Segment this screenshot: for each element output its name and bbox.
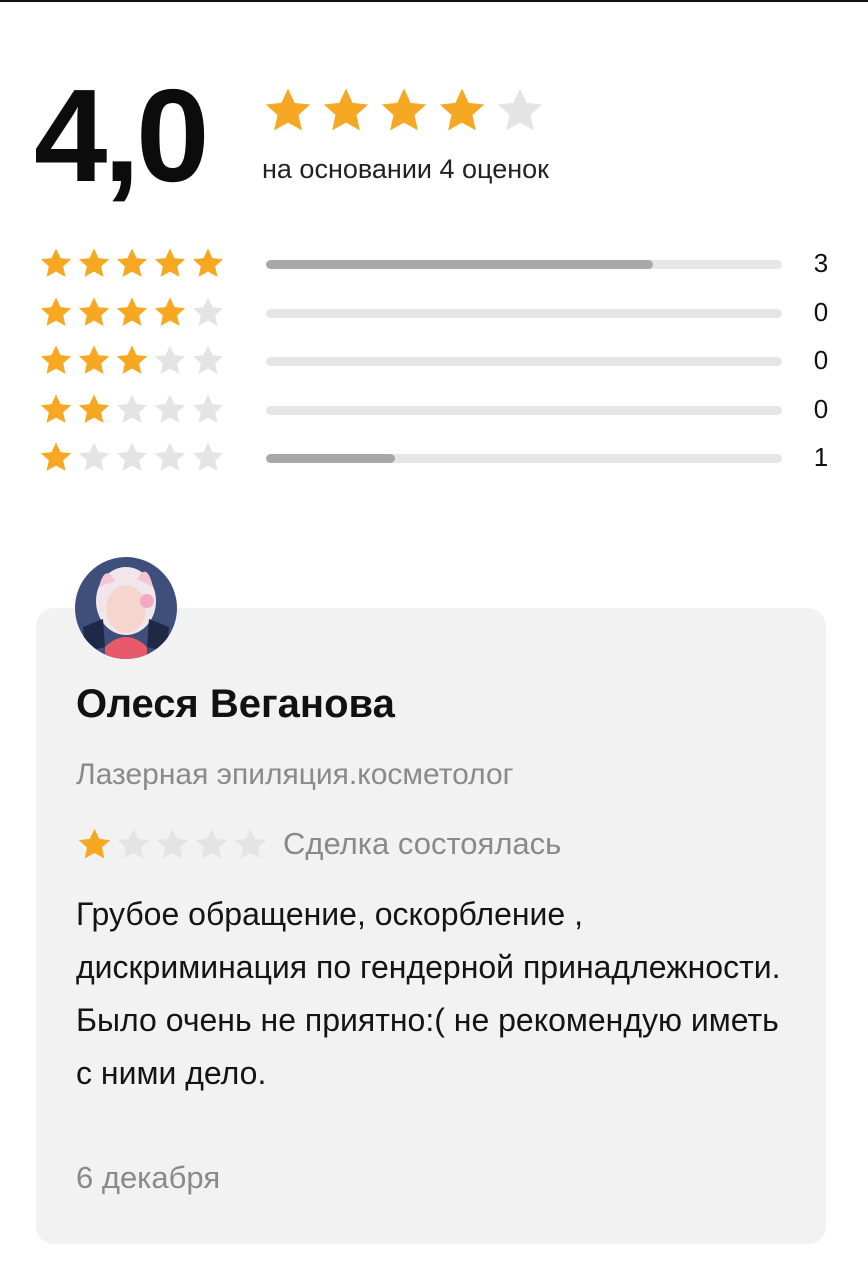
- average-score: 4,0: [34, 62, 209, 209]
- distribution-bar-fill: [266, 260, 653, 269]
- star-filled-icon: [116, 248, 148, 277]
- user-avatar-photo-icon: [75, 557, 177, 659]
- star-filled-icon: [78, 345, 110, 374]
- row-stars: [38, 343, 226, 377]
- distribution-bar: [266, 454, 782, 463]
- star-empty-icon: [192, 345, 224, 374]
- star-filled-icon: [78, 393, 110, 423]
- distribution-count: 0: [813, 296, 829, 327]
- star-empty-icon: [116, 393, 148, 423]
- star-filled-icon: [40, 345, 72, 374]
- star-empty-icon: [117, 828, 150, 859]
- distribution-bar: [266, 357, 782, 366]
- star-filled-icon: [40, 393, 72, 423]
- star-filled-icon: [78, 828, 111, 859]
- star-empty-icon: [154, 345, 186, 374]
- star-filled-icon: [381, 88, 427, 131]
- star-empty-icon: [195, 828, 228, 859]
- star-filled-icon: [40, 296, 72, 326]
- star-empty-icon: [78, 442, 110, 471]
- star-empty-icon: [192, 442, 224, 471]
- distribution-count: 0: [813, 345, 829, 375]
- review-text: Грубое обращение, оскорбление , дискрими…: [76, 896, 781, 1091]
- review-date: 6 декабря: [76, 1160, 221, 1195]
- star-empty-icon: [116, 442, 148, 471]
- star-filled-icon: [40, 248, 72, 277]
- distribution-row-2-stars: 0: [38, 386, 838, 435]
- rating-summary: 4,0 на основании 4 оценок: [34, 66, 834, 212]
- row-stars: [38, 246, 226, 280]
- distribution-row-3-stars: 0: [38, 337, 838, 386]
- star-empty-icon: [192, 296, 224, 326]
- ratings-count-text: на основании 4 оценок: [262, 154, 549, 184]
- star-filled-icon: [154, 296, 186, 326]
- distribution-bar: [266, 308, 782, 318]
- star-filled-icon: [265, 88, 311, 131]
- reviewer-name[interactable]: Олеся Веганова: [76, 682, 395, 727]
- star-empty-icon: [156, 828, 189, 859]
- review-rating-stars: [76, 826, 269, 862]
- distribution-row-5-stars: 3: [38, 240, 838, 289]
- star-empty-icon: [497, 88, 543, 131]
- rating-distribution: 3 0 0 0 1: [38, 240, 838, 483]
- distribution-count: 1: [813, 442, 829, 472]
- review-meta: Сделка состоялась: [76, 826, 561, 862]
- row-stars: [38, 295, 226, 329]
- distribution-bar: [266, 260, 782, 269]
- star-empty-icon: [154, 393, 186, 423]
- distribution-row-4-stars: 0: [38, 289, 838, 338]
- star-filled-icon: [116, 296, 148, 326]
- star-empty-icon: [154, 442, 186, 471]
- distribution-count: 0: [813, 393, 829, 424]
- row-stars: [38, 392, 226, 426]
- deal-status: Сделка состоялась: [283, 826, 562, 861]
- distribution-bar-fill: [266, 454, 395, 463]
- row-stars: [38, 440, 226, 474]
- star-filled-icon: [154, 248, 186, 277]
- distribution-row-1-stars: 1: [38, 434, 838, 483]
- avatar[interactable]: [75, 557, 177, 659]
- star-filled-icon: [78, 296, 110, 326]
- star-empty-icon: [192, 393, 224, 423]
- star-filled-icon: [40, 442, 72, 471]
- top-divider: [0, 0, 868, 2]
- reviewed-service[interactable]: Лазерная эпиляция.косметолог: [76, 758, 514, 792]
- distribution-count: 3: [813, 248, 829, 278]
- star-filled-icon: [78, 248, 110, 277]
- star-filled-icon: [116, 345, 148, 374]
- star-filled-icon: [439, 88, 485, 131]
- star-filled-icon: [192, 248, 224, 277]
- star-filled-icon: [323, 88, 369, 131]
- distribution-bar: [266, 405, 782, 415]
- star-empty-icon: [234, 828, 267, 859]
- summary-stars: [262, 84, 546, 136]
